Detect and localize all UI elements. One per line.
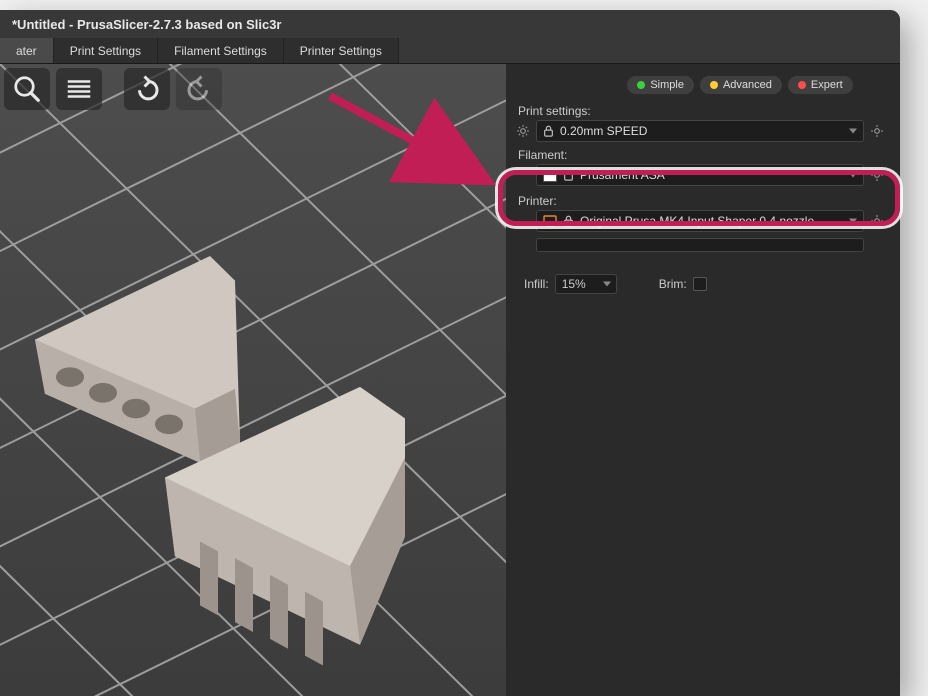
lock-icon bbox=[563, 169, 574, 181]
main-tabs: ater Print Settings Filament Settings Pr… bbox=[0, 38, 900, 64]
tab-filament-settings[interactable]: Filament Settings bbox=[158, 38, 284, 63]
mode-selector: Simple Advanced Expert bbox=[594, 76, 886, 94]
undo-button[interactable] bbox=[124, 68, 170, 110]
infill-label: Infill: bbox=[524, 277, 549, 291]
lock-icon bbox=[563, 215, 574, 227]
undo-icon bbox=[132, 74, 162, 104]
3d-viewport[interactable] bbox=[0, 64, 506, 696]
tab-printer-settings[interactable]: Printer Settings bbox=[284, 38, 399, 63]
filament-color-swatch bbox=[543, 169, 557, 182]
dot-icon bbox=[710, 81, 718, 89]
print-settings-config[interactable] bbox=[868, 122, 886, 140]
filament-value: Prusament ASA bbox=[580, 168, 665, 182]
zoom-button[interactable] bbox=[4, 68, 50, 110]
quick-options-row: Infill: 15% Brim: bbox=[524, 274, 886, 294]
printer-value: Original Prusa MK4 Input Shaper 0.4 nozz… bbox=[580, 214, 814, 228]
filament-config[interactable] bbox=[868, 166, 886, 184]
titlebar: *Untitled - PrusaSlicer-2.7.3 based on S… bbox=[0, 10, 900, 38]
settings-sidebar: Simple Advanced Expert Print settings: bbox=[506, 64, 900, 696]
printer-icon bbox=[543, 215, 557, 228]
layers-button[interactable] bbox=[56, 68, 102, 110]
magnifier-icon bbox=[12, 74, 42, 104]
print-settings-select[interactable]: 0.20mm SPEED bbox=[536, 120, 864, 142]
mode-advanced[interactable]: Advanced bbox=[700, 76, 782, 94]
print-settings-label: Print settings: bbox=[518, 104, 886, 118]
lock-icon bbox=[543, 125, 554, 137]
redo-icon bbox=[184, 74, 214, 104]
gear-icon bbox=[870, 124, 884, 138]
brim-checkbox[interactable] bbox=[693, 277, 707, 291]
infill-select[interactable]: 15% bbox=[555, 274, 617, 294]
printer-config[interactable] bbox=[868, 212, 886, 230]
printer-label: Printer: bbox=[518, 194, 886, 208]
dot-icon bbox=[637, 81, 645, 89]
gear-icon bbox=[870, 214, 884, 228]
infill-value: 15% bbox=[562, 277, 586, 291]
dot-icon bbox=[798, 81, 806, 89]
filament-select[interactable]: Prusament ASA bbox=[536, 164, 864, 186]
tab-plater[interactable]: ater bbox=[0, 38, 54, 63]
tab-print-settings[interactable]: Print Settings bbox=[54, 38, 158, 63]
redo-button[interactable] bbox=[176, 68, 222, 110]
filament-label: Filament: bbox=[518, 148, 886, 162]
layers-icon bbox=[64, 74, 94, 104]
print-settings-value: 0.20mm SPEED bbox=[560, 124, 647, 138]
mode-expert[interactable]: Expert bbox=[788, 76, 853, 94]
brim-label: Brim: bbox=[659, 277, 687, 291]
mode-simple[interactable]: Simple bbox=[627, 76, 694, 94]
print-settings-gear[interactable] bbox=[514, 122, 532, 140]
app-window: *Untitled - PrusaSlicer-2.7.3 based on S… bbox=[0, 10, 900, 696]
window-title: *Untitled - PrusaSlicer-2.7.3 based on S… bbox=[12, 17, 281, 32]
printer-select[interactable]: Original Prusa MK4 Input Shaper 0.4 nozz… bbox=[536, 210, 864, 232]
gear-icon bbox=[870, 168, 884, 182]
gear-icon bbox=[516, 124, 530, 138]
workspace: Simple Advanced Expert Print settings: bbox=[0, 64, 900, 696]
viewport-toolbar bbox=[4, 68, 222, 110]
build-plate-grid bbox=[0, 64, 506, 696]
printer-sub-select[interactable] bbox=[536, 238, 864, 252]
